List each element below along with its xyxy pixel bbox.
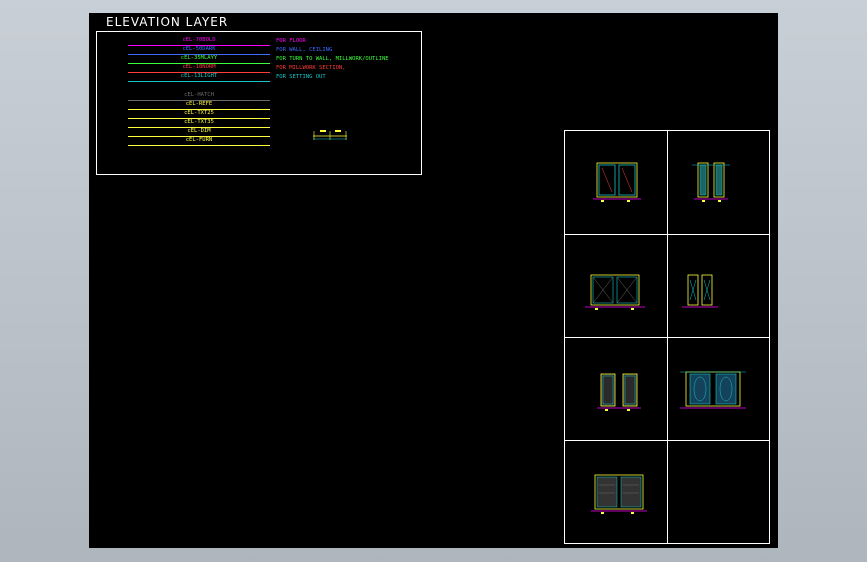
elevation-thumbnail[interactable] <box>565 131 667 234</box>
layer-name: cEL-DIM <box>187 128 211 134</box>
empty-grid-cell <box>668 441 770 544</box>
layer-description: FOR WALL, CEILING <box>276 47 333 53</box>
layer-name: cEL-70BOLD <box>182 37 216 43</box>
elevation-thumbnail[interactable] <box>565 235 667 337</box>
layer-name: cEL-TXT35 <box>184 119 214 125</box>
elevation-thumbnail[interactable] <box>668 131 770 234</box>
layer-description: FOR TURN TO WALL, MILLWORK/OUTLINE <box>276 56 389 62</box>
layer-row: cEL-70BOLD <box>128 37 270 46</box>
layer-row: cEL-TXT35 <box>128 119 270 128</box>
layer-name: cEL-TXT25 <box>184 110 214 116</box>
layer-row: cEL-FURN <box>128 137 270 146</box>
layer-row: cEL-TXT25 <box>128 110 270 119</box>
elevation-thumbnail[interactable] <box>565 338 667 440</box>
layer-row: cEL-18NORM <box>128 64 270 73</box>
layer-legend-frame: cEL-70BOLD cEL-50DARK cEL-35MLAYY cEL-18… <box>96 31 422 175</box>
layer-name: cEL-FURN <box>185 137 213 143</box>
layer-description: FOR SETTING OUT <box>276 74 326 80</box>
layer-name: cEL-REFE <box>185 101 213 107</box>
dimension-sample <box>313 130 347 140</box>
layer-name: cEL-13LIGHT <box>180 73 218 79</box>
layer-row: cEL-DIM <box>128 128 270 137</box>
layer-row: cEL-REFE <box>128 101 270 110</box>
layer-name: cEL-35MLAYY <box>180 55 218 61</box>
elevation-sheet-grid <box>564 130 770 544</box>
elevation-thumbnail[interactable] <box>565 441 667 544</box>
layer-description: FOR MILLWORK SECTION, <box>276 65 346 71</box>
layer-description: FOR FLOOR <box>276 38 306 44</box>
layer-row: cEL-50DARK <box>128 46 270 55</box>
layer-row: cEL-35MLAYY <box>128 55 270 64</box>
layer-name: cEL-18NORM <box>182 64 216 70</box>
drawing-title: ELEVATION LAYER <box>106 15 229 29</box>
layer-row: cEL-HATCH <box>128 92 270 101</box>
elevation-thumbnail[interactable] <box>668 338 770 440</box>
layer-name: cEL-HATCH <box>184 92 214 98</box>
layer-name: cEL-50DARK <box>182 46 216 52</box>
elevation-thumbnail[interactable] <box>668 235 770 337</box>
layer-row: cEL-13LIGHT <box>128 73 270 82</box>
drawing-canvas[interactable]: ELEVATION LAYER cEL-70BOLD cEL-50DARK cE… <box>89 13 778 548</box>
